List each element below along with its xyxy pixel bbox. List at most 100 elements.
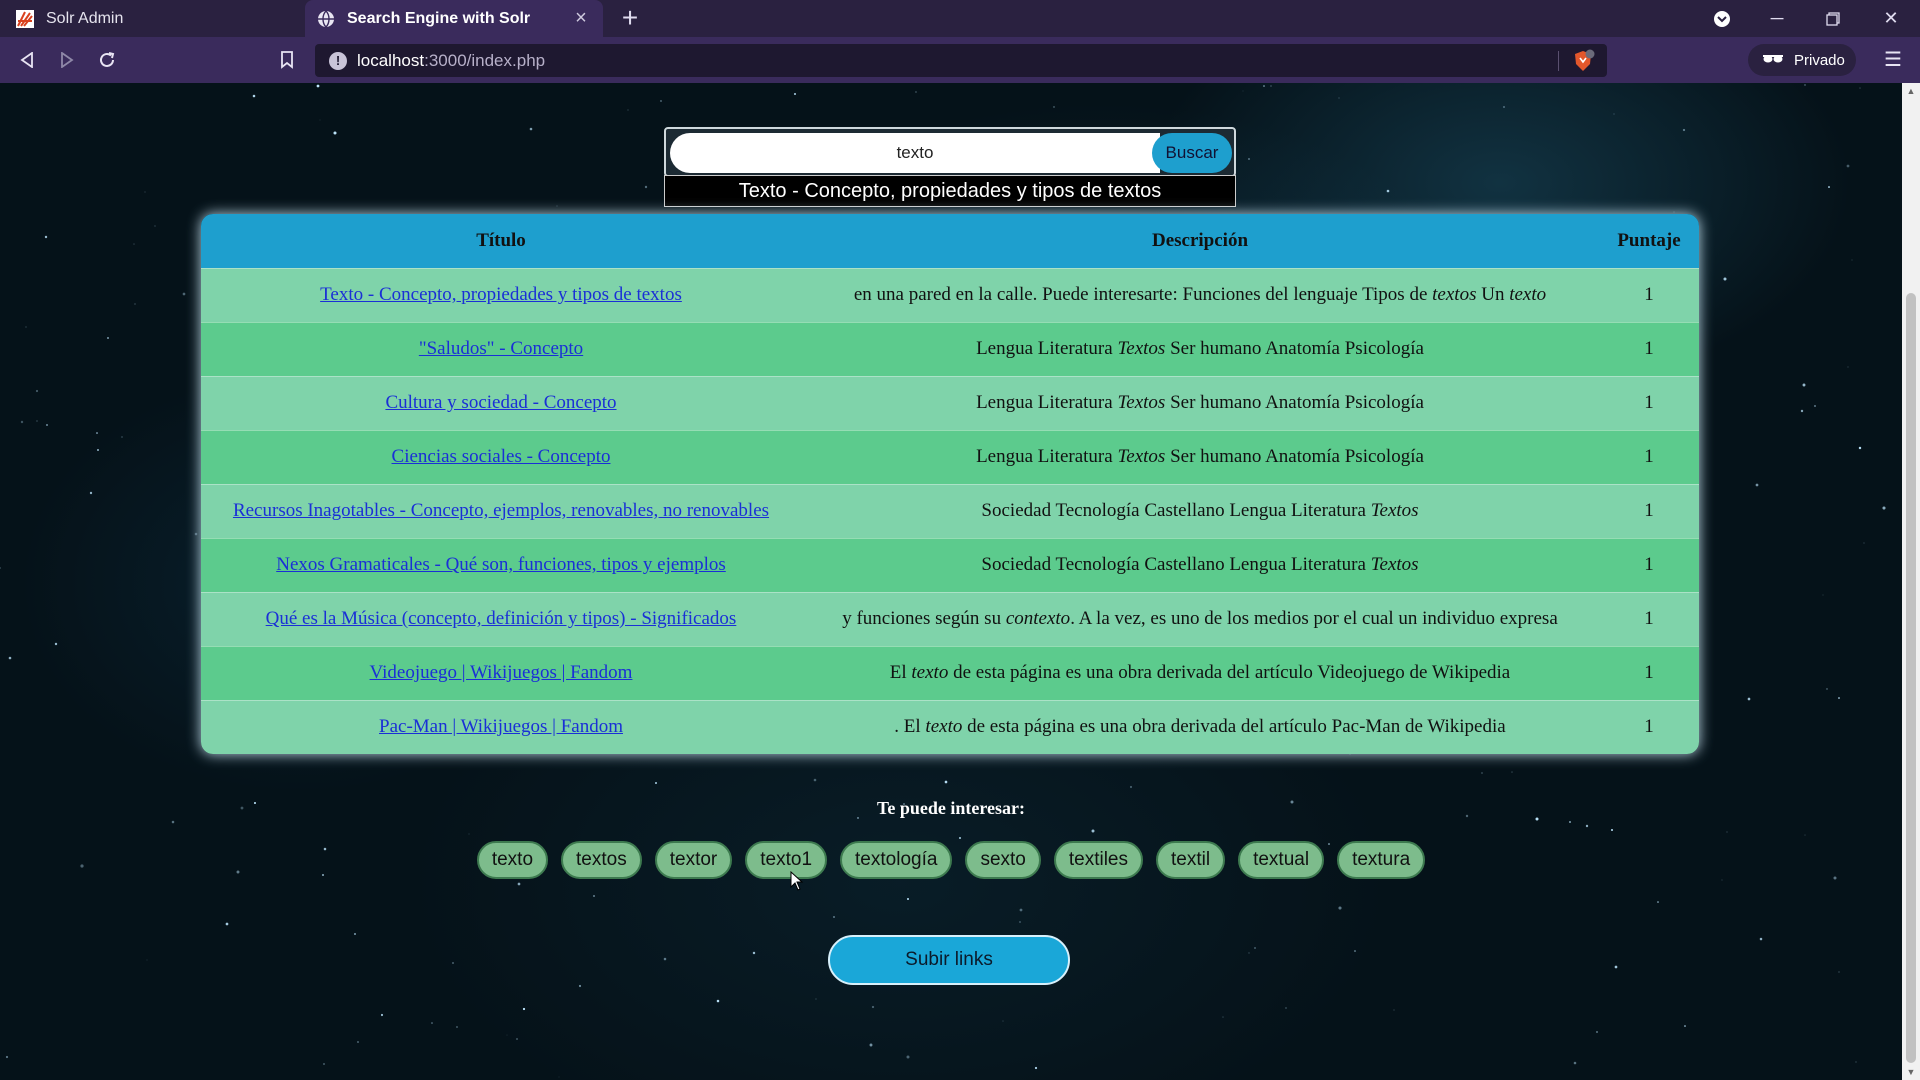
result-score: 1 — [1599, 267, 1699, 322]
restore-icon[interactable] — [1806, 0, 1860, 37]
suggestion-chip[interactable]: texto — [476, 841, 549, 879]
suggestion-chip[interactable]: textos — [561, 841, 642, 879]
tab-search-engine[interactable]: Search Engine with Solr × — [305, 0, 603, 37]
bookmark-icon[interactable] — [272, 45, 302, 75]
result-title-link[interactable]: Nexos Gramaticales - Qué son, funciones,… — [276, 554, 726, 575]
search-button[interactable]: Buscar — [1152, 133, 1232, 173]
table-row: Texto - Concepto, propiedades y tipos de… — [201, 267, 1699, 322]
result-score: 1 — [1599, 591, 1699, 646]
header-title: Título — [201, 214, 801, 268]
result-title-link[interactable]: Texto - Concepto, propiedades y tipos de… — [320, 284, 682, 305]
result-title-cell: Pac-Man | Wikijuegos | Fandom — [201, 699, 801, 754]
new-tab-icon[interactable]: + — [616, 4, 644, 32]
tab-label: Solr Admin — [46, 9, 124, 27]
search-form: Buscar — [664, 127, 1236, 177]
result-score: 1 — [1599, 429, 1699, 484]
suggestion-chip[interactable]: textura — [1337, 841, 1426, 879]
header-score: Puntaje — [1599, 214, 1699, 268]
result-description: Sociedad Tecnología Castellano Lengua Li… — [801, 537, 1599, 592]
url-text: localhost:3000/index.php — [357, 51, 545, 71]
suggestion-chips: texto textos textor texto1 textología sexto te… — [0, 841, 1902, 879]
result-title-cell: Videojuego | Wikijuegos | Fandom — [201, 645, 801, 700]
solr-logo-icon — [14, 8, 36, 30]
private-window-badge[interactable]: Privado — [1748, 44, 1856, 76]
tab-strip: Solr Admin Search Engine with Solr × + ─… — [0, 0, 1920, 37]
table-header-row: Título Descripción Puntaje — [201, 214, 1699, 268]
mouse-cursor-icon — [790, 871, 804, 891]
search-input[interactable] — [670, 133, 1160, 173]
result-description: El texto de esta página es una obra deri… — [801, 645, 1599, 700]
result-title-cell: Nexos Gramaticales - Qué son, funciones,… — [201, 537, 801, 592]
result-title-link[interactable]: Videojuego | Wikijuegos | Fandom — [370, 662, 633, 683]
navigation-bar: ! localhost:3000/index.php Privado ☰ — [0, 37, 1920, 83]
result-description: Lengua Literatura Textos Ser humano Anat… — [801, 375, 1599, 430]
result-title-cell: Qué es la Música (concepto, definición y… — [201, 591, 801, 646]
tab-label: Search Engine with Solr — [347, 9, 531, 27]
divider — [1558, 51, 1559, 71]
result-title-cell: Texto - Concepto, propiedades y tipos de… — [201, 267, 801, 322]
autocomplete-suggestion[interactable]: Texto - Concepto, propiedades y tipos de… — [664, 175, 1236, 207]
result-score: 1 — [1599, 375, 1699, 430]
suggestion-chip[interactable]: textual — [1238, 841, 1325, 879]
suggestion-chip[interactable]: textología — [840, 841, 953, 879]
table-row: Cultura y sociedad - Concepto Lengua Lite… — [201, 375, 1699, 430]
result-description: Sociedad Tecnología Castellano Lengua Li… — [801, 483, 1599, 538]
hamburger-menu-icon[interactable]: ☰ — [1880, 47, 1906, 73]
globe-icon — [315, 8, 337, 30]
brave-shield-icon[interactable] — [1571, 49, 1595, 73]
suggestion-chip[interactable]: textor — [654, 841, 733, 879]
result-title-link[interactable]: Recursos Inagotables - Concepto, ejemplo… — [233, 500, 769, 521]
table-row: Videojuego | Wikijuegos | Fandom El texto… — [201, 645, 1699, 700]
site-info-icon[interactable]: ! — [329, 52, 347, 70]
close-tab-icon[interactable]: × — [571, 8, 591, 28]
result-title-cell: Recursos Inagotables - Concepto, ejemplo… — [201, 483, 801, 538]
result-title-cell: "Saludos" - Concepto — [201, 321, 801, 376]
upload-links-button[interactable]: Subir links — [828, 935, 1070, 985]
scrollbar-thumb[interactable] — [1906, 293, 1916, 1063]
url-host: localhost — [357, 51, 425, 70]
result-title-cell: Ciencias sociales - Concepto — [201, 429, 801, 484]
suggestion-chip[interactable]: sexto — [965, 841, 1041, 879]
vertical-scrollbar[interactable]: ▲ ▼ — [1902, 83, 1920, 1080]
suggestion-chip[interactable]: textiles — [1053, 841, 1143, 879]
table-row: Nexos Gramaticales - Qué son, funciones,… — [201, 537, 1699, 592]
result-description: . El texto de esta página es una obra de… — [801, 699, 1599, 754]
minimize-icon[interactable]: ─ — [1750, 0, 1804, 37]
table-row: "Saludos" - Concepto Lengua Literatura Te… — [201, 321, 1699, 376]
url-path: :3000/index.php — [424, 51, 546, 70]
result-score: 1 — [1599, 537, 1699, 592]
result-title-link[interactable]: Pac-Man | Wikijuegos | Fandom — [379, 716, 623, 737]
result-title-link[interactable]: Cultura y sociedad - Concepto — [385, 392, 616, 413]
table-row: Recursos Inagotables - Concepto, ejemplo… — [201, 483, 1699, 538]
tab-solr-admin[interactable]: Solr Admin — [0, 0, 303, 37]
result-score: 1 — [1599, 645, 1699, 700]
forward-icon[interactable] — [52, 45, 82, 75]
result-title-cell: Cultura y sociedad - Concepto — [201, 375, 801, 430]
suggestions-label: Te puede interesar: — [877, 798, 1025, 818]
result-description: y funciones según su contexto. A la vez,… — [801, 591, 1599, 646]
result-score: 1 — [1599, 699, 1699, 754]
scroll-down-icon[interactable]: ▼ — [1906, 1067, 1916, 1077]
suggestion-chip[interactable]: textil — [1156, 841, 1226, 879]
scroll-up-icon[interactable]: ▲ — [1906, 86, 1916, 96]
back-icon[interactable] — [12, 45, 42, 75]
results-table-container: Título Descripción Puntaje Texto - Conce… — [201, 214, 1699, 754]
result-title-link[interactable]: "Saludos" - Concepto — [419, 338, 583, 359]
result-title-link[interactable]: Ciencias sociales - Concepto — [392, 446, 611, 467]
result-description: en una pared en la calle. Puede interesa… — [801, 267, 1599, 322]
result-description: Lengua Literatura Textos Ser humano Anat… — [801, 321, 1599, 376]
private-glasses-icon — [1762, 52, 1784, 69]
address-bar[interactable]: ! localhost:3000/index.php — [315, 44, 1607, 77]
table-row: Qué es la Música (concepto, definición y… — [201, 591, 1699, 646]
suggestion-chip[interactable]: texto1 — [745, 841, 828, 879]
private-label: Privado — [1794, 51, 1845, 69]
table-row: Pac-Man | Wikijuegos | Fandom . El texto … — [201, 699, 1699, 754]
header-description: Descripción — [801, 214, 1599, 268]
result-score: 1 — [1599, 321, 1699, 376]
close-window-icon[interactable]: ✕ — [1864, 0, 1918, 37]
table-row: Ciencias sociales - Concepto Lengua Liter… — [201, 429, 1699, 484]
reload-icon[interactable] — [92, 45, 122, 75]
tab-search-dropdown-icon[interactable] — [1695, 0, 1749, 37]
result-title-link[interactable]: Qué es la Música (concepto, definición y… — [266, 608, 737, 629]
result-description: Lengua Literatura Textos Ser humano Anat… — [801, 429, 1599, 484]
